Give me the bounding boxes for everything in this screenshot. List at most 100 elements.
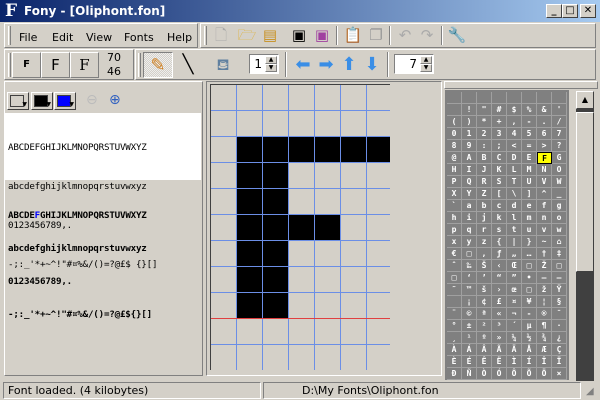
charmap-cell[interactable]: ® — [537, 308, 552, 320]
glyph-pixel[interactable] — [315, 189, 341, 215]
charmap-cell[interactable]: £ — [492, 296, 507, 308]
charmap-cell[interactable]: M — [522, 164, 537, 176]
charmap-cell[interactable]: ± — [462, 320, 477, 332]
charmap-cell[interactable]: Ä — [507, 344, 522, 356]
glyph-pixel[interactable] — [315, 293, 341, 319]
save-icon[interactable]: ▣ — [288, 24, 310, 46]
charmap-cell[interactable]: » — [492, 332, 507, 344]
charmap-cell[interactable]: Õ — [522, 368, 537, 380]
charmap-cell[interactable]: T — [507, 176, 522, 188]
charmap-cell[interactable]: _ — [552, 188, 567, 200]
charmap-cell[interactable]: Ã — [492, 344, 507, 356]
charmap-cell[interactable]: — — [552, 272, 567, 284]
charmap-cell[interactable]: · — [552, 320, 567, 332]
charmap-cell[interactable] — [507, 92, 522, 104]
charmap-cell[interactable]: ¿ — [552, 332, 567, 344]
band-grip[interactable] — [204, 26, 207, 45]
charmap-cell[interactable]: < — [507, 140, 522, 152]
charmap-cell[interactable]: Ô — [507, 368, 522, 380]
copy-icon[interactable]: ❐ — [365, 24, 387, 46]
glyph-pixel[interactable] — [367, 267, 390, 293]
charmap-cell[interactable]: € — [447, 248, 462, 260]
glyph-editor-grid[interactable] — [210, 84, 390, 370]
charmap-cell[interactable]: d — [507, 200, 522, 212]
glyph-pixel[interactable] — [237, 319, 263, 345]
charmap-cell[interactable]: I — [462, 164, 477, 176]
spin-up-button[interactable]: ▲ — [265, 56, 277, 64]
charmap-cell[interactable]: « — [492, 308, 507, 320]
charmap-cell[interactable]: 8 — [447, 140, 462, 152]
charmap-cell[interactable]: ‰ — [462, 260, 477, 272]
charmap-cell[interactable]: Q — [462, 176, 477, 188]
charmap-cell[interactable]: ) — [462, 116, 477, 128]
charmap-cell[interactable]: a — [462, 200, 477, 212]
charmap-cell[interactable]: § — [552, 296, 567, 308]
charmap-cell[interactable]: % — [522, 104, 537, 116]
shift-down-icon[interactable]: ⬇ — [361, 54, 383, 76]
shift-up-icon[interactable]: ⬆ — [338, 54, 360, 76]
charmap-cell[interactable]: Ç — [552, 344, 567, 356]
charmap-cell[interactable]: U — [522, 176, 537, 188]
charmap-cell[interactable]: ‚ — [477, 248, 492, 260]
redo-icon[interactable]: ↷ — [416, 24, 438, 46]
charmap-cell[interactable]: ( — [447, 116, 462, 128]
fill-bucket-icon[interactable]: ⛾ — [212, 54, 234, 76]
charmap-cell[interactable]: i — [462, 212, 477, 224]
glyph-pixel[interactable] — [263, 85, 289, 111]
charmap-cell[interactable]: P — [447, 176, 462, 188]
charmap-cell[interactable]: s — [492, 224, 507, 236]
zoom-out-icon[interactable]: ⊖ — [86, 92, 98, 108]
charmap-cell[interactable]: m — [522, 212, 537, 224]
charmap-cell[interactable]: Â — [477, 344, 492, 356]
charmap-cell[interactable]: ~ — [537, 236, 552, 248]
menu-edit[interactable]: Edit — [52, 31, 73, 44]
shift-right-icon[interactable]: ➡ — [315, 54, 337, 76]
charmap-cell[interactable]: º — [477, 332, 492, 344]
charmap-cell[interactable]: { — [492, 236, 507, 248]
charmap-cell[interactable]: A — [462, 152, 477, 164]
charmap-cell[interactable]: S — [492, 176, 507, 188]
glyph-pixel[interactable] — [263, 215, 289, 241]
charmap-cell[interactable]: † — [537, 248, 552, 260]
charmap-cell[interactable]: N — [537, 164, 552, 176]
glyph-pixel[interactable] — [367, 189, 390, 215]
charmap-cell[interactable]: 6 — [537, 128, 552, 140]
char-width-spinner[interactable]: 7 ▲ ▼ — [394, 54, 434, 74]
charmap-cell[interactable]: Y — [462, 188, 477, 200]
charmap-cell[interactable]: ’ — [477, 272, 492, 284]
scroll-up-button[interactable]: ▲ — [576, 91, 594, 109]
charmap-cell[interactable]: □ — [552, 260, 567, 272]
glyph-pixel[interactable] — [289, 345, 315, 370]
glyph-pixel[interactable] — [289, 215, 315, 241]
save-as-icon[interactable]: ▣ — [311, 24, 333, 46]
charmap-cell[interactable]: * — [477, 116, 492, 128]
charmap-cell[interactable]: O — [552, 164, 567, 176]
charmap-cell[interactable]: C — [492, 152, 507, 164]
charmap-cell[interactable]: Œ — [507, 260, 522, 272]
glyph-pixel[interactable] — [211, 111, 237, 137]
glyph-pixel[interactable] — [237, 293, 263, 319]
charmap-cell[interactable]: ° — [447, 320, 462, 332]
glyph-pixel[interactable] — [237, 267, 263, 293]
charmap-cell[interactable]: ? — [552, 140, 567, 152]
minimize-button[interactable]: _ — [546, 4, 562, 18]
charmap-cell[interactable]: , — [507, 116, 522, 128]
charmap-cell[interactable]: K — [492, 164, 507, 176]
pen-size-spinner[interactable]: 1 ▲ ▼ — [249, 54, 279, 74]
charmap-cell[interactable]: W — [552, 176, 567, 188]
charmap-cell[interactable]: H — [447, 164, 462, 176]
charmap-cell[interactable]: ; — [492, 140, 507, 152]
glyph-pixel[interactable] — [263, 345, 289, 370]
glyph-pixel[interactable] — [263, 189, 289, 215]
charmap-cell[interactable]: Ÿ — [552, 284, 567, 296]
resize-grip-icon[interactable]: ◢ — [586, 386, 594, 397]
charmap-cell[interactable]: b — [477, 200, 492, 212]
glyph-pixel[interactable] — [341, 241, 367, 267]
charmap-cell[interactable]: D — [507, 152, 522, 164]
glyph-pixel[interactable] — [315, 267, 341, 293]
charmap-cell[interactable]: E — [522, 152, 537, 164]
charmap-cell[interactable] — [447, 92, 462, 104]
charmap-cell[interactable]: X — [447, 188, 462, 200]
small-font-button[interactable]: F — [12, 52, 41, 78]
spin-up-button[interactable]: ▲ — [420, 56, 432, 64]
